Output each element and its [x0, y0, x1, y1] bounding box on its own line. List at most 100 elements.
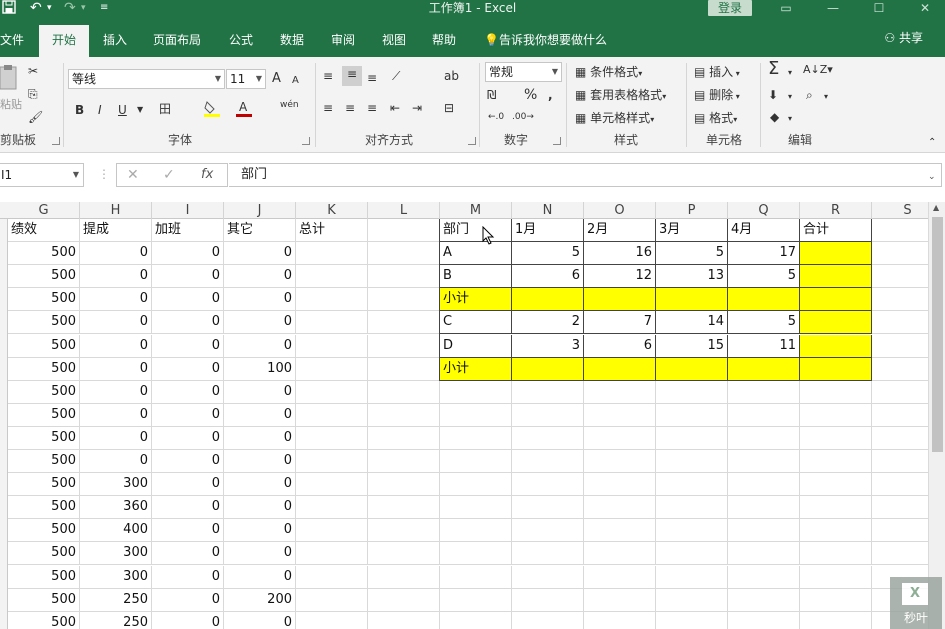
cell[interactable]	[872, 427, 928, 450]
cell[interactable]	[296, 473, 368, 497]
cell[interactable]	[296, 265, 368, 289]
column-header-g[interactable]: G	[8, 202, 80, 219]
column-header-o[interactable]: O	[584, 202, 656, 219]
decrease-decimal-icon[interactable]: .00→	[512, 109, 534, 125]
table-cell[interactable]: 0	[80, 450, 152, 473]
month-value-cell[interactable]	[728, 357, 800, 381]
cell[interactable]	[512, 496, 584, 520]
table-cell[interactable]: 300	[80, 473, 152, 497]
cell[interactable]	[512, 519, 584, 543]
table-cell[interactable]: 300	[80, 565, 152, 589]
merge-center-icon[interactable]: ⊟	[444, 100, 454, 116]
cell[interactable]	[656, 450, 728, 473]
cell[interactable]	[800, 403, 872, 427]
summary-header-cell[interactable]: 2月	[584, 219, 656, 242]
formula-input[interactable]: 部门	[229, 163, 942, 187]
save-icon[interactable]	[2, 0, 16, 18]
cell[interactable]	[800, 611, 872, 629]
cell[interactable]	[656, 473, 728, 497]
table-cell[interactable]: 0	[152, 473, 224, 497]
cell[interactable]	[584, 542, 656, 566]
cell[interactable]	[584, 380, 656, 404]
cell[interactable]	[872, 404, 928, 427]
table-cell[interactable]: 0	[80, 265, 152, 289]
cell[interactable]	[584, 450, 656, 473]
cut-icon[interactable]: ✂	[28, 63, 38, 79]
tab-file[interactable]: 文件	[0, 27, 24, 57]
month-value-cell[interactable]: 17	[728, 242, 800, 266]
table-cell[interactable]: 0	[224, 288, 296, 312]
table-cell[interactable]: 0	[152, 450, 224, 473]
cell[interactable]	[368, 357, 440, 381]
conditional-format-button[interactable]: ▦ 条件格式▾	[575, 64, 642, 82]
tab-view[interactable]: 视图	[382, 27, 406, 57]
table-cell[interactable]: 400	[80, 519, 152, 543]
table-cell[interactable]: 360	[80, 496, 152, 520]
table-cell[interactable]: 500	[8, 496, 80, 520]
cell[interactable]	[728, 565, 800, 589]
table-cell[interactable]: 500	[8, 357, 80, 381]
table-cell[interactable]: 500	[8, 265, 80, 289]
cell[interactable]	[656, 380, 728, 404]
table-cell[interactable]: 0	[224, 403, 296, 427]
tab-help[interactable]: 帮助	[432, 27, 456, 57]
cell[interactable]	[728, 496, 800, 520]
table-cell[interactable]: 200	[224, 588, 296, 612]
cell[interactable]	[584, 588, 656, 612]
table-cell[interactable]: 500	[8, 403, 80, 427]
scroll-up-icon[interactable]: ▲	[933, 203, 939, 212]
cell[interactable]	[296, 334, 368, 358]
cell[interactable]	[872, 335, 928, 358]
cell[interactable]	[800, 496, 872, 520]
cell[interactable]	[728, 403, 800, 427]
cell[interactable]	[440, 426, 512, 450]
cell[interactable]	[872, 542, 928, 566]
column-header-p[interactable]: P	[656, 202, 728, 219]
collapse-ribbon-icon[interactable]: ⌃	[928, 135, 936, 151]
scroll-thumb[interactable]	[932, 217, 943, 452]
column-header-m[interactable]: M	[440, 202, 512, 219]
cancel-entry-icon[interactable]: ✕	[127, 167, 139, 183]
cell[interactable]	[656, 611, 728, 629]
cell[interactable]	[656, 496, 728, 520]
maximize-icon[interactable]: ☐	[864, 0, 894, 16]
table-cell[interactable]: 500	[8, 450, 80, 473]
find-select-icon[interactable]: ⌕	[806, 87, 813, 103]
cell[interactable]	[512, 403, 584, 427]
cell[interactable]	[368, 565, 440, 589]
table-cell[interactable]: 0	[224, 565, 296, 589]
align-bottom-icon[interactable]: ≡	[367, 70, 377, 86]
month-value-cell[interactable]: 5	[728, 311, 800, 335]
total-cell[interactable]	[800, 288, 872, 312]
cell[interactable]	[800, 519, 872, 543]
table-cell[interactable]: 0	[152, 334, 224, 358]
font-launcher-icon[interactable]	[302, 137, 310, 145]
autosum-icon[interactable]: Σ	[768, 60, 779, 78]
cell[interactable]	[368, 450, 440, 473]
table-cell[interactable]: 0	[224, 311, 296, 335]
fill-dropdown-icon[interactable]: ▾	[788, 89, 792, 105]
cell[interactable]	[368, 403, 440, 427]
comma-style-button[interactable]: ,	[548, 87, 553, 103]
table-cell[interactable]: 500	[8, 311, 80, 335]
table-cell[interactable]: 500	[8, 473, 80, 497]
cell[interactable]	[296, 311, 368, 335]
cell[interactable]	[584, 496, 656, 520]
table-cell[interactable]: 0	[224, 611, 296, 629]
cell-styles-button[interactable]: ▦ 单元格样式▾	[575, 110, 654, 128]
cell[interactable]	[296, 611, 368, 629]
tab-formulas[interactable]: 公式	[229, 27, 253, 57]
cell[interactable]	[296, 288, 368, 312]
insert-cells-button[interactable]: ▤ 插入 ▾	[694, 64, 740, 82]
decrease-indent-icon[interactable]: ⇤	[390, 100, 400, 116]
wrap-text-icon[interactable]: ab	[444, 68, 459, 84]
month-value-cell[interactable]: 3	[512, 334, 584, 358]
table-cell[interactable]: 0	[224, 473, 296, 497]
column-header-l[interactable]: L	[368, 202, 440, 219]
fill-color-icon[interactable]	[203, 99, 221, 121]
subtotal-label-cell[interactable]: 小计	[440, 357, 512, 381]
undo-icon[interactable]: ↶	[30, 0, 42, 16]
cell[interactable]	[368, 380, 440, 404]
month-value-cell[interactable]	[512, 357, 584, 381]
redo-icon[interactable]: ↷	[64, 0, 76, 16]
